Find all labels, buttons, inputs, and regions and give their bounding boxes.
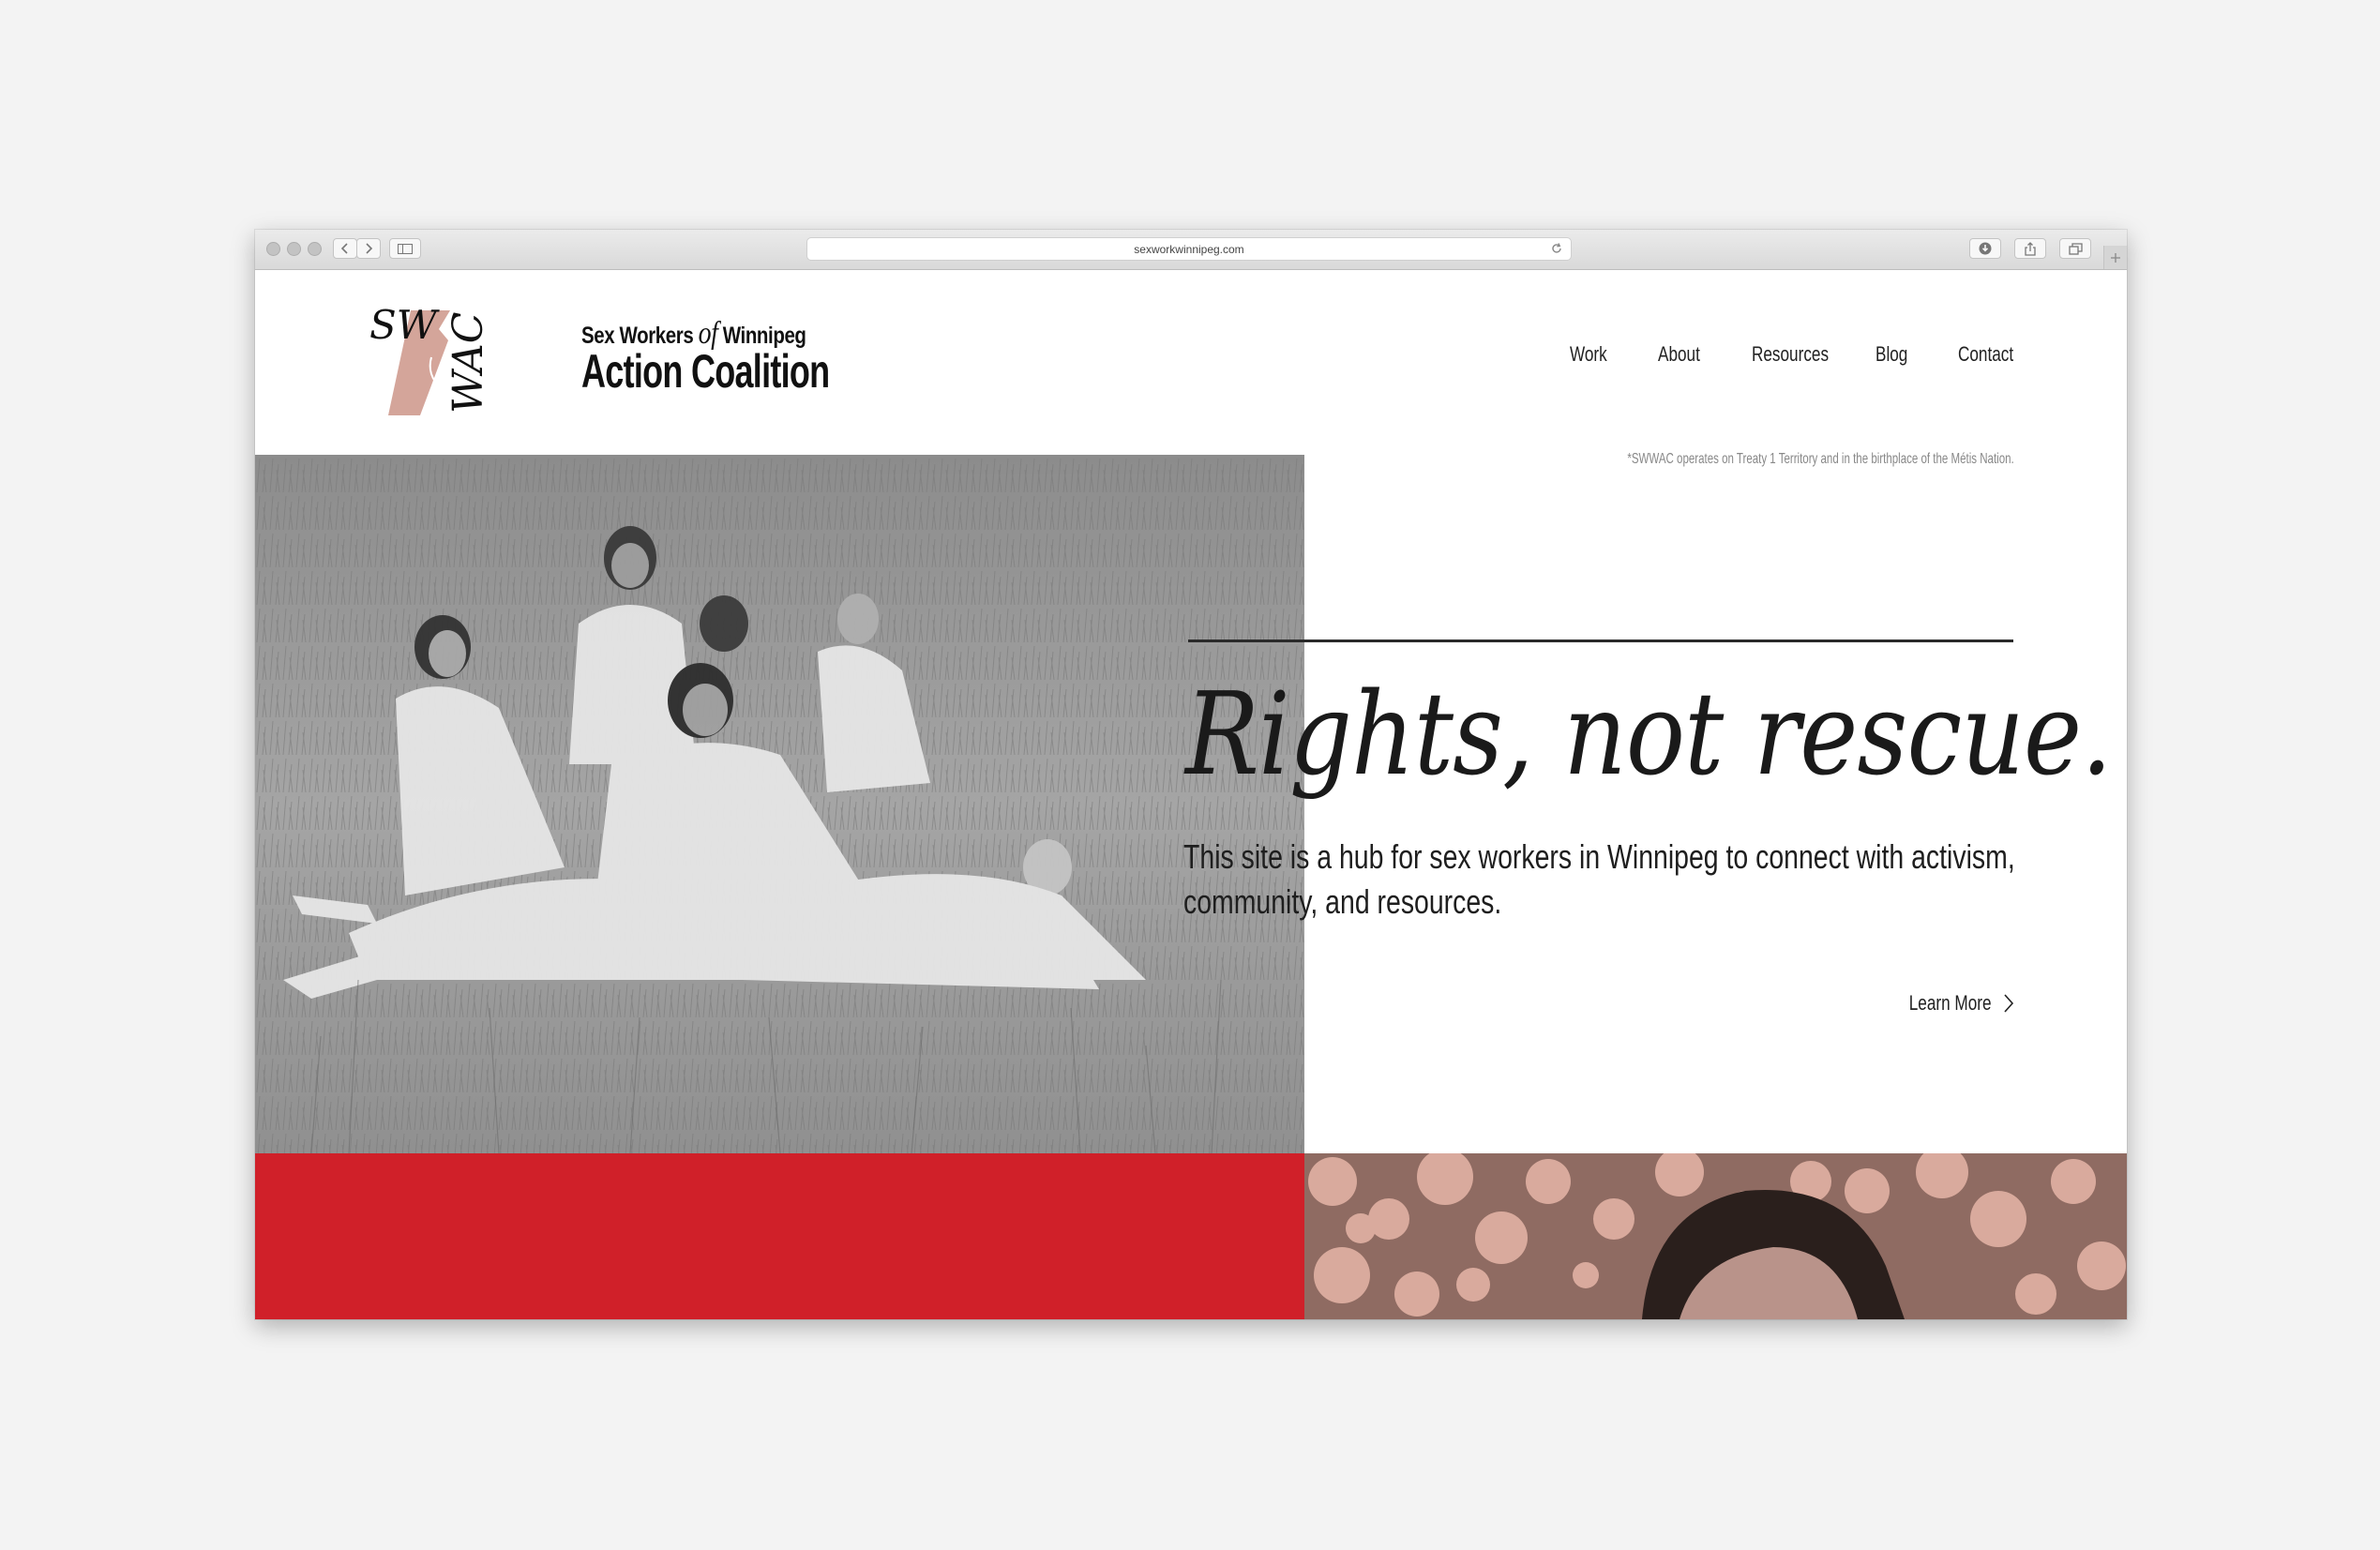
nav-blog[interactable]: Blog — [1875, 342, 1907, 367]
hero-subtext: This site is a hub for sex workers in Wi… — [1183, 837, 2015, 921]
nav-resources[interactable]: Resources — [1752, 342, 1829, 367]
share-button[interactable] — [2014, 238, 2046, 259]
zoom-window-button[interactable] — [308, 242, 322, 256]
minimize-window-button[interactable] — [287, 242, 301, 256]
tabs-icon — [2068, 242, 2083, 255]
headline-divider — [1188, 640, 2013, 642]
address-bar[interactable]: sexworkwinnipeg.com — [806, 237, 1572, 261]
share-icon — [2025, 241, 2036, 256]
tabs-overview-button[interactable] — [2059, 238, 2091, 259]
new-tab-button[interactable] — [2103, 246, 2127, 269]
browser-window: sexworkwinnipeg.com SW WAC Sex Workers o… — [255, 230, 2127, 1319]
download-icon — [1979, 242, 1992, 255]
browser-toolbar: sexworkwinnipeg.com — [255, 230, 2127, 270]
portrait-photo-pink — [1304, 1153, 2127, 1319]
back-button[interactable] — [333, 238, 357, 259]
learn-more-link[interactable]: Learn More — [1886, 991, 2014, 1016]
swwac-logo-mark[interactable]: SW WAC — [366, 303, 527, 415]
logo-wac-text: WAC — [444, 312, 492, 414]
download-button[interactable] — [1969, 238, 2001, 259]
red-accent-block — [255, 1153, 1304, 1319]
forward-arrow-icon — [366, 243, 373, 254]
close-window-button[interactable] — [266, 242, 280, 256]
back-arrow-icon — [340, 243, 348, 254]
sidebar-icon — [398, 243, 413, 254]
logo-sw-text: SW — [369, 303, 441, 348]
nav-contact[interactable]: Contact — [1958, 342, 2013, 367]
learn-more-label: Learn More — [1909, 991, 1992, 1015]
nav-work[interactable]: Work — [1570, 342, 1607, 367]
nav-about[interactable]: About — [1658, 342, 1700, 367]
forward-button[interactable] — [356, 238, 381, 259]
brand-name-line2[interactable]: Action Coalition — [581, 344, 830, 399]
hero-headline: Rights, not rescue. — [1185, 668, 2113, 801]
url-text: sexworkwinnipeg.com — [1134, 242, 1244, 256]
reload-icon[interactable] — [1550, 242, 1563, 255]
chevron-right-icon — [2004, 994, 2014, 1013]
hero-photo — [255, 455, 1304, 1153]
sidebar-button[interactable] — [389, 238, 421, 259]
land-acknowledgement: *SWWAC operates on Treaty 1 Territory an… — [1627, 451, 2014, 467]
plus-icon — [2111, 252, 2120, 263]
